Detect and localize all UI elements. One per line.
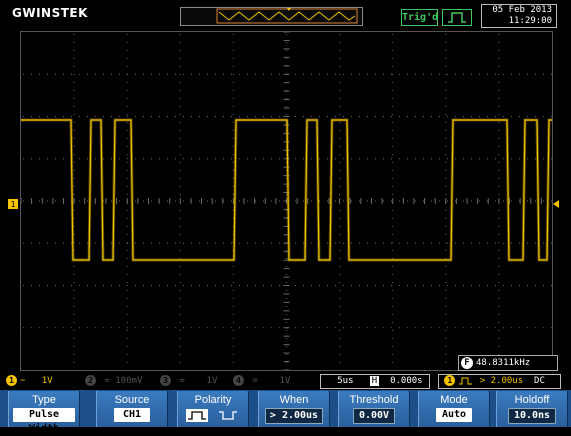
ch1-badge: 1	[6, 375, 17, 386]
ch2-coupling-icon: =	[104, 376, 110, 386]
svg-text:1: 1	[11, 200, 16, 209]
ch3-status[interactable]: 3 = 1V	[160, 375, 217, 387]
type-softkey[interactable]: Type Pulse Width	[8, 391, 80, 434]
frequency-readout: F 48.8311kHz	[458, 355, 558, 371]
time-offset-value: 0.000s	[390, 376, 423, 386]
ch1-coupling-icon: ~	[20, 376, 26, 386]
frequency-value: 48.8311kHz	[476, 358, 531, 368]
holdoff-softkey[interactable]: Holdoff 10.0ns	[496, 391, 568, 427]
source-value: CH1	[114, 408, 150, 422]
ch3-badge: 3	[160, 375, 171, 386]
softkey-menu: Type Pulse Width Source CH1 Polarity Whe…	[0, 390, 571, 434]
threshold-softkey[interactable]: Threshold 0.00V	[338, 391, 410, 427]
trigger-coupling: DC	[534, 376, 545, 386]
ch2-scale: 100mV	[115, 376, 143, 386]
timebase-value: 5us	[337, 376, 354, 386]
ch2-status[interactable]: 2 = 100mV	[85, 375, 142, 387]
when-label: When	[279, 394, 309, 406]
horizontal-mode-icon: H	[369, 376, 380, 386]
ch3-coupling-icon: =	[179, 376, 185, 386]
trigger-source-badge: 1	[444, 375, 456, 386]
threshold-value: 0.00V	[353, 408, 395, 424]
ch3-scale: 1V	[206, 376, 218, 386]
ch4-status[interactable]: 4 = 1V	[233, 375, 290, 387]
ch2-badge: 2	[85, 375, 96, 386]
channel-status-bar: 1 ~ 1V 2 = 100mV 3 = 1V 4 = 1V 5us H 0.00…	[0, 373, 571, 389]
mode-label: Mode	[440, 394, 468, 406]
mode-softkey[interactable]: Mode Auto	[418, 391, 490, 427]
trigger-info-box[interactable]: 1 > 2.00us DC	[438, 374, 561, 389]
holdoff-value: 10.0ns	[508, 408, 556, 424]
ch4-coupling-icon: =	[252, 376, 258, 386]
waveform-display[interactable]	[20, 31, 553, 371]
type-value: Pulse Width	[13, 408, 75, 434]
ch1-scale: 1V	[41, 376, 53, 386]
polarity-softkey[interactable]: Polarity	[177, 391, 249, 427]
ch4-scale: 1V	[279, 376, 291, 386]
when-value: > 2.00us	[265, 408, 323, 424]
pulse-width-icon	[459, 377, 473, 384]
ch1-position-marker[interactable]: 1	[0, 0, 20, 427]
holdoff-label: Holdoff	[514, 394, 550, 406]
type-label: Type	[32, 394, 56, 406]
frequency-icon: F	[461, 357, 473, 369]
negative-polarity-icon	[219, 411, 237, 420]
threshold-label: Threshold	[349, 394, 399, 406]
trigger-condition: > 2.00us	[479, 376, 524, 386]
source-softkey[interactable]: Source CH1	[96, 391, 168, 427]
ch4-badge: 4	[233, 375, 244, 386]
graticule	[20, 31, 552, 371]
source-label: Source	[114, 394, 150, 406]
mode-value: Auto	[436, 408, 472, 422]
when-softkey[interactable]: When > 2.00us	[258, 391, 330, 427]
timebase-box[interactable]: 5us H 0.000s	[320, 374, 430, 389]
ch1-status[interactable]: 1 ~ 1V	[6, 375, 53, 387]
positive-polarity-icon	[186, 409, 208, 422]
ch1-waveform-glow	[21, 118, 552, 262]
polarity-icons	[186, 409, 237, 422]
polarity-label: Polarity	[194, 394, 232, 406]
